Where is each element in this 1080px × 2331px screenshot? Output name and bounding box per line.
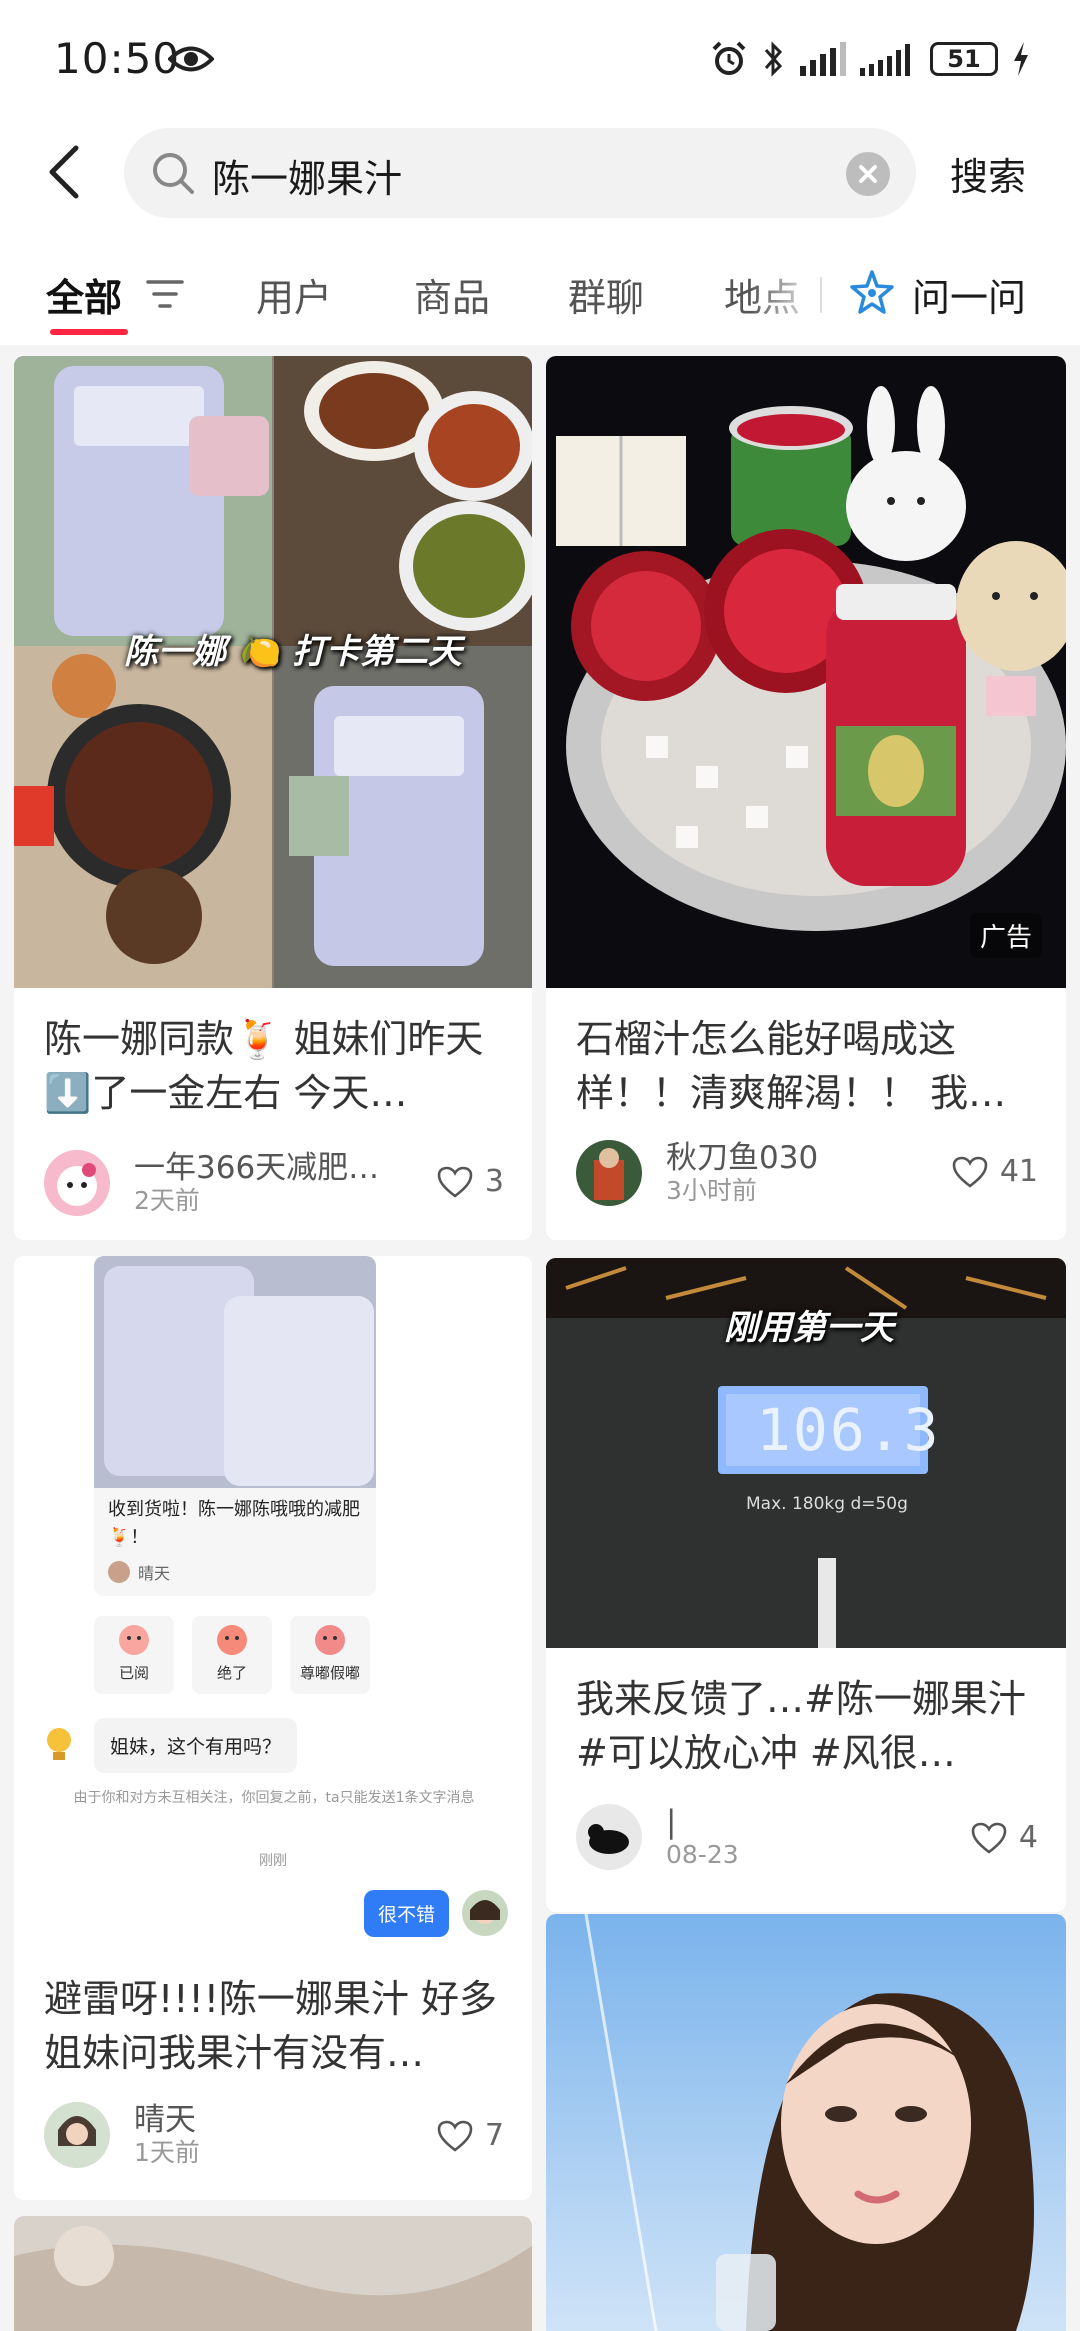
search-header: 陈一娜果汁 搜索: [0, 120, 1080, 225]
like-count: 7: [484, 2118, 504, 2153]
post-title: 石榴汁怎么能好喝成这样！！清爽解渴！！ 我…: [576, 1017, 1007, 1115]
post-cover-image: 广告: [546, 356, 1066, 988]
avatar: [44, 1150, 110, 1216]
post-title: 我来反馈了…#陈一娜果汁 #可以放心冲 #风很…: [576, 1677, 1026, 1775]
avatar: [44, 2102, 110, 2168]
post-time: 3小时前: [666, 1176, 757, 1205]
tab-users[interactable]: 用户: [256, 267, 332, 322]
like-count: 41: [999, 1154, 1038, 1189]
status-bar: 10:50 51: [0, 0, 1080, 120]
chat-time: 刚刚: [259, 1853, 287, 1869]
heart-icon: [437, 1166, 473, 1198]
signal-2-icon: [860, 44, 910, 76]
like-count: 3: [484, 1164, 504, 1199]
chat-reply: 很不错: [364, 1890, 450, 1937]
avatar: [108, 1561, 130, 1583]
post-author[interactable]: 秋刀鱼030 3小时前: [576, 1140, 818, 1206]
post-time: 2天前: [134, 1186, 200, 1215]
tab-divider: [820, 277, 822, 313]
cover-overlay-text: 陈一娜 🍋 打卡第二天: [124, 632, 463, 672]
ask-button[interactable]: 问一问: [912, 267, 1026, 322]
status-time: 10:50: [54, 34, 181, 83]
back-arrow-icon[interactable]: [40, 142, 90, 202]
post-title: 陈一娜同款🍹 姐妹们昨天⬇️了一金左右 今天…: [44, 1017, 484, 1115]
post-card[interactable]: 广告 石榴汁怎么能好喝成这样！！清爽解渴！！ 我… 秋刀鱼030 3小时前 41: [546, 356, 1066, 1240]
tab-group-chats[interactable]: 群聊: [568, 267, 644, 322]
post-time: 1天前: [134, 2138, 200, 2167]
search-icon: [153, 153, 194, 194]
author-name: 秋刀鱼030: [666, 1140, 819, 1176]
author-name: 晴天: [134, 2102, 196, 2138]
clear-search-button[interactable]: [846, 152, 890, 196]
post-card[interactable]: 收到货啦！陈一娜陈哦哦的减肥🍹！ 晴天 已阅 绝了 尊嘟假嘟 姐妹，这个有用吗？…: [14, 1256, 532, 2200]
post-author[interactable]: | 08-23: [576, 1804, 739, 1870]
charging-icon: [1014, 42, 1028, 76]
product-snapshot: 收到货啦！陈一娜陈哦哦的减肥🍹！ 晴天: [94, 1256, 376, 1596]
reaction-row: 已阅 绝了 尊嘟假嘟: [94, 1616, 370, 1694]
tab-all[interactable]: 全部: [46, 267, 122, 322]
scale-reading: 106.3: [756, 1396, 941, 1464]
status-icons: 51: [710, 40, 1030, 78]
like-button[interactable]: 41: [952, 1154, 1038, 1189]
like-button[interactable]: 4: [971, 1820, 1038, 1855]
eye-icon: [168, 46, 214, 72]
author-name: 一年366天减肥…: [134, 1150, 380, 1186]
post-time: 08-23: [666, 1840, 739, 1869]
post-cover-image: [14, 2216, 532, 2331]
post-cover-image: 刚用第一天 106.3 Max. 180kg d=50g: [546, 1258, 1066, 1648]
tab-products[interactable]: 商品: [414, 267, 490, 322]
active-tab-indicator: [50, 329, 128, 335]
avatar: [576, 1804, 642, 1870]
product-caption: 收到货啦！陈一娜陈哦哦的减肥🍹！: [108, 1499, 360, 1548]
post-card[interactable]: [14, 2216, 532, 2331]
heart-icon: [437, 2120, 473, 2152]
bluetooth-icon: [764, 41, 783, 77]
post-card[interactable]: 陈一娜 🍋 打卡第二天 陈一娜同款🍹 姐妹们昨天⬇️了一金左右 今天… 一年36…: [14, 356, 532, 1240]
alarm-icon: [712, 41, 746, 75]
reaction-item[interactable]: 绝了: [192, 1616, 272, 1694]
reaction-item[interactable]: 已阅: [94, 1616, 174, 1694]
post-cover-image: 收到货啦！陈一娜陈哦哦的减肥🍹！ 晴天 已阅 绝了 尊嘟假嘟 姐妹，这个有用吗？…: [14, 1256, 532, 1956]
search-button[interactable]: 搜索: [950, 146, 1026, 201]
post-title: 避雷呀!!!!陈一娜果汁 好多姐妹问我果汁有没有…: [44, 1977, 498, 2075]
heart-icon: [952, 1156, 988, 1188]
like-button[interactable]: 7: [437, 2118, 504, 2153]
chat-notice: 由于你和对方未互相关注，你回复之前，ta只能发送1条文字消息: [73, 1790, 475, 1806]
scale-spec: Max. 180kg d=50g: [746, 1494, 908, 1514]
search-query: 陈一娜果汁: [212, 157, 403, 201]
post-card[interactable]: [546, 1914, 1066, 2331]
post-card[interactable]: 刚用第一天 106.3 Max. 180kg d=50g 我来反馈了…#陈一娜果…: [546, 1258, 1066, 1912]
filter-icon[interactable]: [146, 279, 184, 309]
battery-indicator: 51: [930, 42, 998, 76]
chat-message: 姐妹，这个有用吗？: [94, 1718, 298, 1773]
like-button[interactable]: 3: [437, 1164, 504, 1199]
battery-level: 51: [947, 45, 981, 73]
post-cover-image: [546, 1914, 1066, 2331]
ad-badge: 广告: [969, 913, 1042, 958]
like-count: 4: [1018, 1820, 1038, 1855]
avatar: [462, 1890, 508, 1936]
sparkle-star-icon[interactable]: [848, 269, 896, 317]
post-author[interactable]: 晴天 1天前: [44, 2102, 200, 2168]
avatar: [576, 1140, 642, 1206]
post-cover-image: 陈一娜 🍋 打卡第二天: [14, 356, 532, 988]
close-icon: [859, 165, 877, 183]
author-name: |: [666, 1804, 677, 1840]
product-user: 晴天: [138, 1564, 171, 1583]
cover-overlay-text: 刚用第一天: [724, 1308, 894, 1348]
category-tabs: 全部 用户 商品 群聊 地点 问一问: [0, 225, 1080, 345]
post-author[interactable]: 一年366天减肥… 2天前: [44, 1150, 379, 1216]
search-input[interactable]: 陈一娜果汁: [124, 128, 916, 218]
reaction-item[interactable]: 尊嘟假嘟: [290, 1616, 370, 1694]
heart-icon: [971, 1822, 1007, 1854]
signal-icon: [800, 42, 846, 76]
lightbulb-icon: [47, 1728, 71, 1760]
